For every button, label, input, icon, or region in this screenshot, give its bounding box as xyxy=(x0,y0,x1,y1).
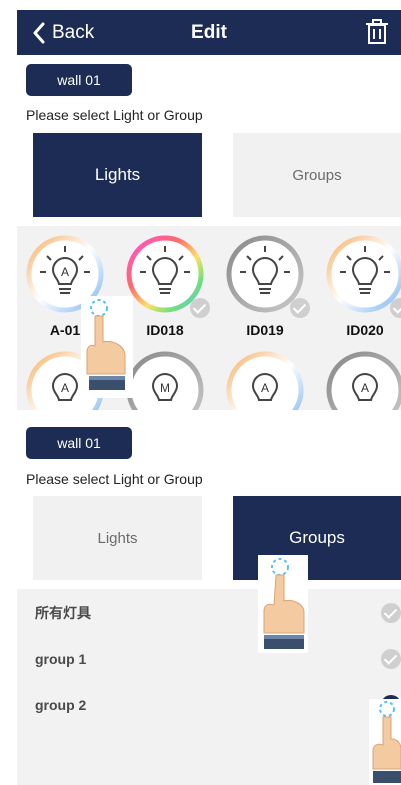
group-label: group 1 xyxy=(35,651,87,667)
light-label: ID018 xyxy=(146,322,184,338)
bulb-letter: M xyxy=(160,381,170,395)
tab-lights[interactable]: Lights xyxy=(33,496,202,580)
check-icon xyxy=(390,298,401,318)
tap-hand-icon xyxy=(81,296,133,398)
groups-list: 所有灯具 group 1 group 2 xyxy=(17,589,401,785)
page-title: Edit xyxy=(191,21,227,43)
select-prompt: Please select Light or Group xyxy=(26,107,203,123)
group-label: group 2 xyxy=(35,697,87,713)
light-label: ID019 xyxy=(246,322,284,338)
trash-icon[interactable] xyxy=(365,19,389,45)
bulb-icon: M xyxy=(126,351,204,410)
bulb-icon xyxy=(326,235,401,313)
group-label: 所有灯具 xyxy=(35,605,91,621)
tap-hand-icon xyxy=(258,555,308,653)
light-item[interactable]: A xyxy=(225,350,305,410)
check-icon xyxy=(190,298,210,318)
tap-hand-icon xyxy=(369,699,401,785)
check-icon xyxy=(290,298,310,318)
light-item[interactable]: A xyxy=(325,350,401,410)
bulb-letter: A xyxy=(61,381,69,395)
light-item-id020[interactable] xyxy=(325,234,401,314)
select-prompt: Please select Light or Group xyxy=(26,471,203,487)
check-icon xyxy=(381,649,401,669)
bulb-letter: A xyxy=(361,381,369,395)
light-item[interactable]: M xyxy=(125,350,205,410)
check-icon xyxy=(381,603,401,623)
wall-chip[interactable]: wall 01 xyxy=(26,427,132,459)
tab-groups[interactable]: Groups xyxy=(233,133,401,217)
light-label: ID020 xyxy=(346,322,384,338)
bulb-icon: A xyxy=(226,351,304,410)
bulb-icon: A xyxy=(326,351,401,410)
wall-chip[interactable]: wall 01 xyxy=(26,64,132,96)
tab-lights[interactable]: Lights xyxy=(33,133,202,217)
nav-header: Back Edit xyxy=(17,10,401,55)
lights-grid: A A-01 ID018 ID019 ID020 A M A A xyxy=(17,226,401,410)
bulb-letter: A xyxy=(61,265,69,279)
bulb-letter: A xyxy=(261,381,269,395)
